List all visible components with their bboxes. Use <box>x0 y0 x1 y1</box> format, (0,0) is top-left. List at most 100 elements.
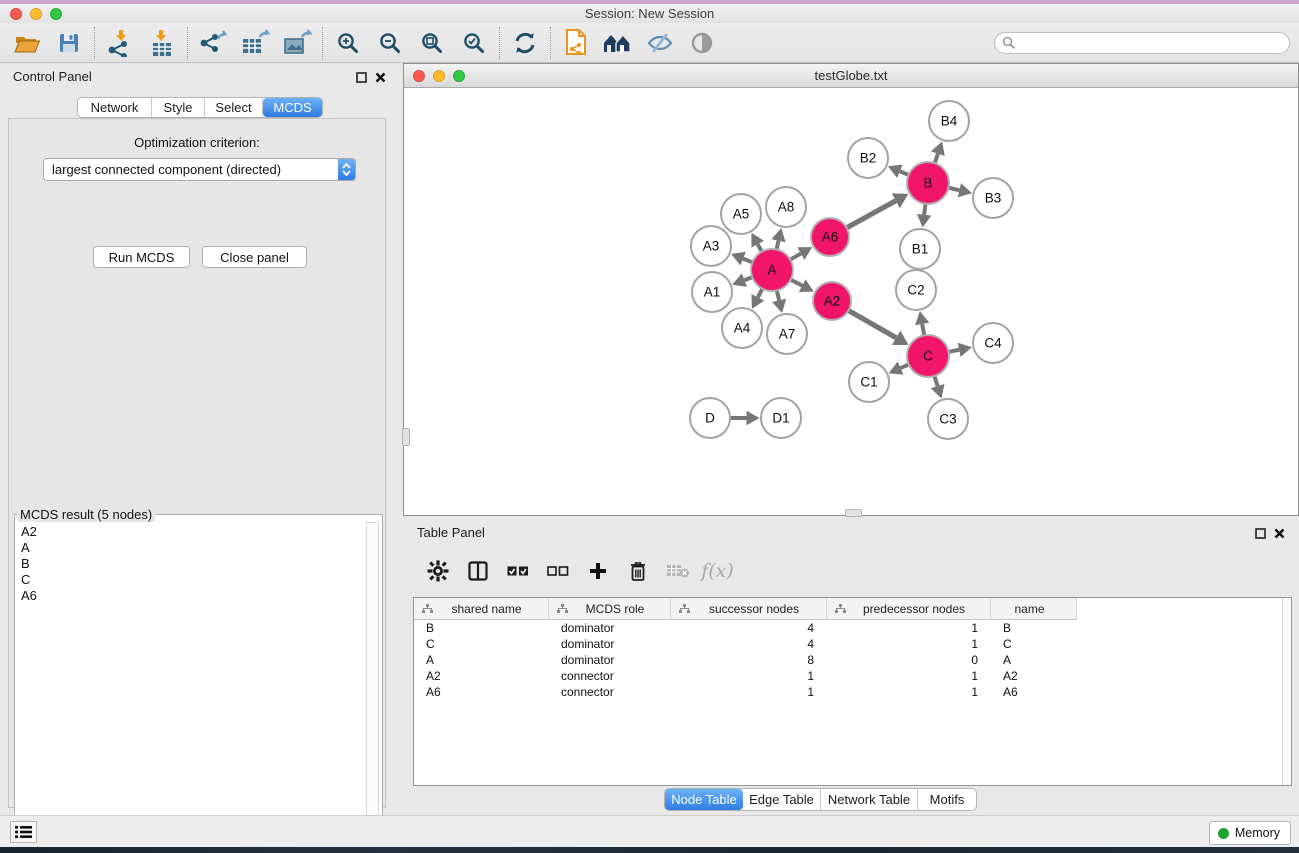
export-network-icon[interactable] <box>192 26 234 60</box>
hide-graphics-details-icon[interactable] <box>639 26 681 60</box>
save-session-icon[interactable] <box>48 26 90 60</box>
graph-node-B3[interactable]: B3 <box>973 178 1013 218</box>
import-table-icon[interactable] <box>141 26 183 60</box>
graph-node-C4[interactable]: C4 <box>973 323 1013 363</box>
column-header-name[interactable]: name <box>991 598 1077 620</box>
float-panel-icon[interactable] <box>354 70 368 84</box>
table-settings-gear-icon[interactable] <box>421 554 454 588</box>
mcds-result-item[interactable]: A2 <box>21 524 362 540</box>
table-tab-network-table[interactable]: Network Table <box>821 789 918 810</box>
memory-button[interactable]: Memory <box>1209 821 1291 845</box>
zoom-selected-icon[interactable] <box>453 26 495 60</box>
cell-predecessor-nodes: 1 <box>827 668 991 684</box>
toolbar-separator <box>322 27 323 59</box>
frame-left-grip[interactable] <box>402 428 410 446</box>
graph-node-A1[interactable]: A1 <box>692 272 732 312</box>
graph-node-D[interactable]: D <box>690 398 730 438</box>
table-row[interactable]: A6connector11A6 <box>414 684 1291 700</box>
graph-node-C2[interactable]: C2 <box>896 270 936 310</box>
table-scrollbar[interactable] <box>1282 598 1291 785</box>
cell-shared-name: C <box>414 636 549 652</box>
zoom-fit-icon[interactable] <box>411 26 453 60</box>
graph-node-A2[interactable]: A2 <box>813 282 851 320</box>
refresh-icon[interactable] <box>504 26 546 60</box>
graph-node-D1[interactable]: D1 <box>761 398 801 438</box>
open-session-from-file-icon[interactable] <box>555 26 597 60</box>
graph-node-B4[interactable]: B4 <box>929 101 969 141</box>
graph-node-A[interactable]: A <box>751 249 793 291</box>
float-table-panel-icon[interactable] <box>1253 526 1267 540</box>
graph-node-B2[interactable]: B2 <box>848 138 888 178</box>
cell-predecessor-nodes: 1 <box>827 620 991 636</box>
show-graphics-details-icon[interactable] <box>681 26 723 60</box>
graph-node-A6[interactable]: A6 <box>811 218 849 256</box>
graph-node-A3[interactable]: A3 <box>691 226 731 266</box>
result-scrollbar[interactable] <box>366 522 379 850</box>
table-row[interactable]: Bdominator41B <box>414 620 1291 636</box>
import-network-icon[interactable] <box>99 26 141 60</box>
table-tab-edge-table[interactable]: Edge Table <box>743 789 821 810</box>
zoom-out-icon[interactable] <box>369 26 411 60</box>
tab-style[interactable]: Style <box>152 98 205 117</box>
edge-A6-B[interactable] <box>846 201 896 229</box>
graph-node-C3[interactable]: C3 <box>928 399 968 439</box>
column-header-shared-name[interactable]: shared name <box>414 598 549 620</box>
mcds-result-item[interactable]: B <box>21 556 362 572</box>
tab-select[interactable]: Select <box>205 98 263 117</box>
deselect-all-icon[interactable] <box>541 554 574 588</box>
cell-MCDS-role: dominator <box>549 652 671 668</box>
function-builder-icon[interactable]: f(x) <box>701 554 734 588</box>
graph-node-A8[interactable]: A8 <box>766 187 806 227</box>
table-tab-motifs[interactable]: Motifs <box>918 789 976 810</box>
export-image-icon[interactable] <box>276 26 318 60</box>
delete-table-icon[interactable] <box>661 554 694 588</box>
close-panel-button[interactable]: Close panel <box>202 246 307 268</box>
task-history-button[interactable] <box>10 821 37 843</box>
graph-node-B[interactable]: B <box>907 162 949 204</box>
node-table-header: shared nameMCDS rolesuccessor nodesprede… <box>414 598 1291 620</box>
mcds-result-item[interactable]: A <box>21 540 362 556</box>
network-graph[interactable]: A5A8 A3 A1A4A7 A A6 A2 B B2 B4B3 B1 C C2 C4 C1 C3 D D1 <box>404 88 1298 515</box>
network-view-titlebar[interactable]: testGlobe.txt <box>404 64 1298 88</box>
create-column-plus-icon[interactable] <box>581 554 614 588</box>
toolbar-separator <box>499 27 500 59</box>
table-row[interactable]: Adominator80A <box>414 652 1291 668</box>
close-table-panel-icon[interactable] <box>1272 526 1286 540</box>
zoom-in-icon[interactable] <box>327 26 369 60</box>
criterion-dropdown[interactable]: largest connected component (directed) <box>43 158 356 181</box>
graph-node-C1[interactable]: C1 <box>849 362 889 402</box>
table-row[interactable]: A2connector11A2 <box>414 668 1291 684</box>
column-header-MCDS-role[interactable]: MCDS role <box>549 598 671 620</box>
close-panel-icon[interactable] <box>373 70 387 84</box>
export-table-icon[interactable] <box>234 26 276 60</box>
mcds-result-item[interactable]: A6 <box>21 588 362 604</box>
edge-A2-C[interactable] <box>848 310 897 338</box>
run-mcds-button[interactable]: Run MCDS <box>93 246 190 268</box>
criterion-dropdown-value: largest connected component (directed) <box>44 162 338 177</box>
show-column-panel-icon[interactable] <box>461 554 494 588</box>
graph-node-C[interactable]: C <box>907 335 949 377</box>
graph-node-A7[interactable]: A7 <box>767 314 807 354</box>
graph-node-B1[interactable]: B1 <box>900 229 940 269</box>
svg-text:C4: C4 <box>984 336 1002 351</box>
edge-A-A2[interactable] <box>790 279 802 285</box>
network-canvas[interactable]: A5A8 A3 A1A4A7 A A6 A2 B B2 B4B3 B1 C C2 C4 C1 C3 D D1 <box>404 88 1298 515</box>
mcds-result-item[interactable]: C <box>21 572 362 588</box>
desktop-edge <box>0 847 1299 853</box>
tab-network[interactable]: Network <box>78 98 152 117</box>
table-row[interactable]: Cdominator41C <box>414 636 1291 652</box>
table-tab-node-table[interactable]: Node Table <box>665 789 743 810</box>
graph-node-A5[interactable]: A5 <box>721 194 761 234</box>
cell-successor-nodes: 1 <box>671 684 827 700</box>
delete-column-trash-icon[interactable] <box>621 554 654 588</box>
open-file-icon[interactable] <box>6 26 48 60</box>
select-all-icon[interactable] <box>501 554 534 588</box>
graph-node-A4[interactable]: A4 <box>722 308 762 348</box>
tab-mcds[interactable]: MCDS <box>263 98 322 117</box>
column-header-predecessor-nodes[interactable]: predecessor nodes <box>827 598 991 620</box>
home-icon[interactable] <box>597 26 639 60</box>
search-input[interactable] <box>994 32 1290 54</box>
node-table[interactable]: shared nameMCDS rolesuccessor nodesprede… <box>413 597 1292 786</box>
column-header-successor-nodes[interactable]: successor nodes <box>671 598 827 620</box>
frame-bottom-grip[interactable] <box>845 509 862 517</box>
